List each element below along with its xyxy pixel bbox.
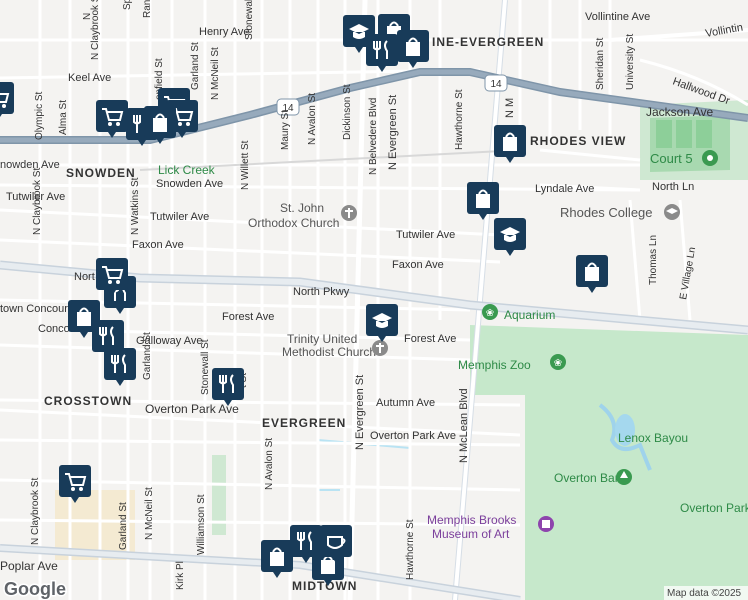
trinity-label-2: Methodist Church: [282, 345, 376, 359]
street-sheridan: Sheridan St: [595, 38, 606, 90]
street-faxon-east: Faxon Ave: [392, 259, 444, 271]
street-hawthorne-south: Hawthorne St: [405, 519, 416, 580]
zoo-icon[interactable]: ❀: [550, 354, 566, 370]
street-n-mcneil: N McNeil St: [210, 47, 221, 100]
street-north-ln: North Ln: [652, 181, 694, 193]
svg-text:Map data ©2025: Map data ©2025: [667, 588, 742, 599]
street-n-mclean-north: N M: [504, 98, 516, 118]
street-forest-east: Forest Ave: [404, 333, 456, 345]
street-lyndale: Lyndale Ave: [535, 183, 594, 195]
brooks-museum-label-1: Memphis Brooks: [427, 513, 516, 527]
school-icon[interactable]: [664, 204, 680, 220]
museum-icon[interactable]: [538, 516, 554, 532]
neighborhood-midtown: MIDTOWN: [292, 579, 357, 593]
brooks-museum-label-2: Museum of Art: [432, 527, 510, 541]
street-n-mclean: N McLean Blvd: [458, 388, 470, 463]
street-concord: Conco: [38, 323, 70, 335]
street-n-watkins: N Watkins St: [130, 177, 141, 235]
street-n-evergreen: N Evergreen St: [387, 95, 399, 170]
street-overton-park-ave-east: Overton Park Ave: [370, 430, 456, 442]
street-n-willett: N Willett St: [240, 140, 251, 190]
street-maury: Maury St: [280, 110, 291, 150]
street-garland: Garland St: [190, 42, 201, 90]
svg-text:Google: Google: [4, 579, 66, 599]
street-n-belvedere: N Belvedere Blvd: [368, 98, 379, 175]
church-icon[interactable]: [372, 340, 388, 356]
street-n-claybrook-north: N Claybrook St: [90, 0, 101, 60]
lick-creek-label: Lick Creek: [158, 163, 216, 177]
street-north-pkwy-west: Nort: [74, 271, 95, 283]
street-stonewall: Stonewall St: [244, 0, 255, 40]
street-tutwiler: Tutwiler Ave: [150, 211, 209, 223]
aquarium-label: Aquarium: [504, 308, 555, 322]
stadium-icon[interactable]: [702, 150, 718, 166]
rhodes-college-label: Rhodes College: [560, 205, 653, 220]
street-n-avalon-south: N Avalon St: [264, 438, 275, 490]
street-poplar: Poplar Ave: [0, 559, 58, 573]
street-n-evergreen-south: N Evergreen St: [354, 375, 366, 450]
street-williamson: Williamson St: [196, 494, 207, 555]
street-thomas: Thomas Ln: [648, 235, 659, 285]
street-henry: Henry Ave: [199, 26, 250, 38]
overton-bark-label: Overton Bark: [554, 471, 626, 485]
park-tree-icon[interactable]: [616, 469, 632, 485]
street-autumn: Autumn Ave: [376, 397, 435, 409]
street-hawthorne: Hawthorne St: [454, 89, 465, 150]
overton-park-label: Overton Park: [680, 501, 748, 515]
svg-text:❀: ❀: [554, 358, 562, 369]
street-university: University St: [625, 34, 636, 90]
map-canvas[interactable]: 14 14 SNOWDEN CROSSTOWN EVERGREEN INE-EV…: [0, 0, 748, 600]
st-john-label-1: St. John: [280, 201, 324, 215]
neighborhood-crosstown: CROSSTOWN: [44, 394, 132, 408]
route-14-shield-2: 14: [484, 74, 508, 92]
st-john-label-2: Orthodox Church: [248, 216, 339, 230]
street-alma: Alma St: [58, 100, 69, 135]
neighborhood-snowden: SNOWDEN: [66, 166, 136, 180]
street-keel: Keel Ave: [68, 72, 111, 84]
street-faxon: Faxon Ave: [132, 239, 184, 251]
trinity-label-1: Trinity United: [287, 332, 357, 346]
street-north-pkwy: North Pkwy: [293, 286, 350, 298]
street-kirk: Kirk Pl: [175, 561, 186, 590]
neighborhood-vollintine-evergreen: INE-EVERGREEN: [432, 35, 544, 49]
street-olympic: Olympic St: [34, 91, 45, 140]
svg-text:❀: ❀: [486, 308, 494, 319]
street-snowden-ave-west: nowden Ave: [0, 159, 60, 171]
street-n-mcneil-south: N McNeil St: [144, 487, 155, 540]
street-jackson: Jackson Ave: [646, 105, 713, 119]
street-forest: Forest Ave: [222, 311, 274, 323]
street-stonewall-south: Stonewall St: [200, 339, 211, 395]
street-ran: Ran: [142, 0, 153, 18]
street-snowden-ave: Snowden Ave: [156, 178, 223, 190]
neighborhood-rhodes-view: RHODES VIEW: [530, 134, 626, 148]
street-springdale: Spr: [122, 0, 133, 10]
street-dickinson: Dickinson St: [342, 84, 353, 140]
aquarium-icon[interactable]: ❀: [482, 304, 498, 320]
street-n-claybrook-south: N Claybrook St: [30, 478, 41, 545]
neighborhood-evergreen: EVERGREEN: [262, 416, 346, 430]
map-attribution[interactable]: Map data ©2025: [664, 586, 748, 600]
church-icon[interactable]: [341, 205, 357, 221]
street-n-claybrook: N Claybrook St: [32, 168, 43, 235]
street-hood: N: [82, 13, 93, 20]
lenox-bayou-label: Lenox Bayou: [618, 431, 688, 445]
street-garland-mid: Garland St: [142, 332, 153, 380]
street-n-avalon: N Avalon St: [307, 93, 318, 145]
street-overton-park-ave: Overton Park Ave: [145, 402, 239, 416]
memphis-zoo-label: Memphis Zoo: [458, 358, 531, 372]
neighborhood-town-concourse: town Concours: [0, 303, 74, 315]
street-garland-south: Garland St: [118, 502, 129, 550]
google-logo: Google Google: [3, 578, 68, 600]
svg-text:14: 14: [490, 79, 502, 90]
street-tutwiler-east: Tutwiler Ave: [396, 229, 455, 241]
court5-label: Court 5: [650, 151, 693, 166]
street-vollintine: Vollintine Ave: [585, 11, 650, 23]
